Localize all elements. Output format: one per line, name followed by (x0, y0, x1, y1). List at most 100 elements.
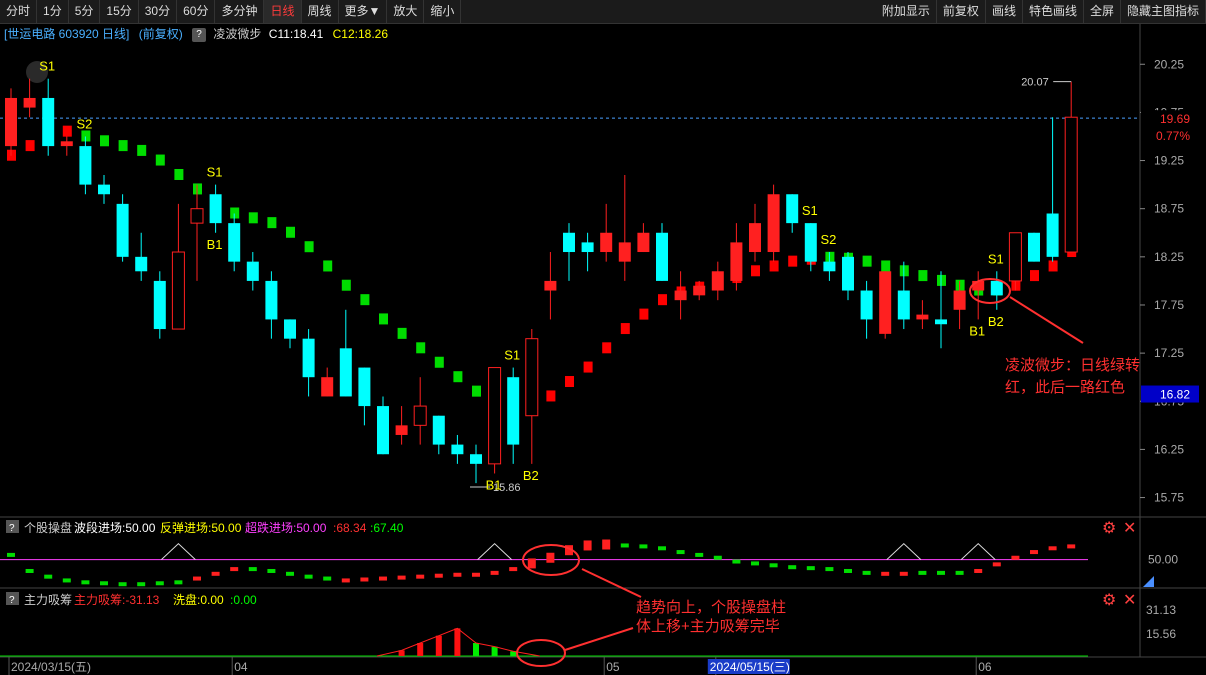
candle-body (1046, 213, 1059, 257)
trend-marker (472, 385, 481, 397)
candle-body (302, 338, 315, 378)
panel2-close-icon[interactable]: ✕ (1123, 521, 1136, 537)
candle-body (786, 194, 799, 224)
x-axis-label: 2024/03/15(五) (11, 660, 91, 674)
candle-body (730, 242, 743, 281)
candle-body (432, 415, 445, 445)
candle-body (563, 232, 575, 253)
panel2-marker (881, 571, 890, 576)
y-tick-label: 15.75 (1154, 491, 1184, 505)
panel2-triangle (886, 542, 922, 561)
panel2-marker (286, 571, 294, 576)
candle-body (116, 203, 129, 257)
panel2-marker (323, 576, 332, 581)
high-price-label: 20.07 (1021, 77, 1049, 89)
trend-marker (100, 135, 109, 147)
trend-marker (379, 313, 388, 325)
signal-label: B1 (486, 477, 502, 492)
candle-body (711, 271, 724, 291)
panel2-marker (100, 581, 108, 586)
trend-marker (341, 279, 351, 291)
candle-body (79, 146, 92, 185)
annotation-text: 凌波微步：日线绿转 (1005, 357, 1140, 374)
signal-label: B2 (523, 468, 539, 483)
trend-marker (453, 371, 463, 383)
panel2-marker (490, 570, 499, 575)
panel2-marker (397, 575, 406, 580)
trend-marker (174, 168, 184, 180)
candle-body (5, 97, 17, 147)
panel3-gear-icon[interactable]: ⚙ (1102, 593, 1116, 609)
candle-body (228, 223, 241, 262)
panel2-marker (602, 539, 611, 550)
panel2-value: :68.34 (333, 521, 367, 535)
candle-body (674, 290, 687, 301)
candle-body (488, 367, 502, 465)
candle-body (879, 271, 892, 334)
panel2-marker (1067, 544, 1076, 549)
trend-marker (286, 226, 295, 238)
panel2-param: 超跌进场:50.00 (245, 520, 327, 535)
panel3-arrow (581, 568, 642, 598)
panel2-marker (44, 574, 53, 579)
trend-marker (25, 140, 35, 152)
trend-marker (416, 342, 426, 354)
panel2-ytick: 50.00 (1148, 553, 1178, 567)
candle-body (916, 314, 929, 320)
candle-body (953, 290, 966, 310)
panel2-marker (844, 568, 852, 573)
trend-marker (248, 212, 258, 224)
signal-label: B2 (988, 314, 1004, 329)
candle-body (265, 280, 278, 320)
stock-chart[interactable]: 20.2519.7519.2518.7518.2517.7517.2516.75… (0, 0, 1206, 675)
y-tick-label: 19.25 (1154, 154, 1184, 168)
trend-marker (620, 323, 630, 335)
panel2-marker (639, 544, 648, 549)
panel2-triangle (161, 542, 196, 561)
candle-body (23, 97, 36, 108)
panel2-marker (62, 578, 71, 583)
panel3-annotation: 趋势向上，个股操盘柱 (636, 598, 786, 616)
trend-marker (304, 241, 314, 253)
panel2-value: :67.40 (370, 521, 404, 535)
candle-body (153, 280, 166, 330)
panel2-marker (751, 561, 759, 566)
trend-marker (751, 265, 760, 277)
signal-label: S1 (39, 59, 55, 74)
candle-body (1064, 116, 1078, 253)
panel2-marker (155, 581, 164, 586)
candle-body (171, 251, 185, 330)
panel2-marker (379, 576, 387, 581)
candle-body (544, 280, 557, 291)
panel2-marker (955, 570, 964, 575)
panel2-marker (806, 566, 815, 571)
panel2-marker (25, 568, 34, 573)
panel2-marker (695, 552, 704, 557)
candle-body (60, 141, 73, 147)
panel2-gear-icon[interactable]: ⚙ (1102, 521, 1116, 537)
trend-marker (397, 327, 407, 339)
annotation-arrow (1009, 296, 1084, 344)
panel2-marker (546, 552, 555, 563)
candle-body (135, 256, 148, 272)
panel3-close-icon[interactable]: ✕ (1123, 593, 1136, 609)
x-axis-label: 2024/05/15(三) (710, 660, 790, 674)
candle-body (413, 405, 427, 426)
trend-marker (118, 140, 128, 152)
panel3-ytick: 31.13 (1146, 603, 1176, 617)
panel2-marker (658, 546, 666, 551)
signal-label: S1 (988, 251, 1004, 266)
trend-marker (1030, 270, 1039, 282)
panel3-param: 主力吸筹:-31.13 (74, 593, 160, 607)
panel2-marker (81, 580, 90, 585)
panel2-title: 个股操盘 (24, 520, 72, 535)
x-axis-label: 06 (978, 660, 992, 674)
panel2-marker (453, 572, 462, 577)
trend-marker (769, 260, 779, 272)
panel2-marker (341, 578, 350, 583)
panel2-marker (527, 558, 536, 569)
low-box-text: 16.82 (1160, 388, 1190, 402)
signal-label: S1 (802, 203, 818, 218)
candle-body (358, 367, 371, 407)
trend-marker (639, 308, 649, 320)
